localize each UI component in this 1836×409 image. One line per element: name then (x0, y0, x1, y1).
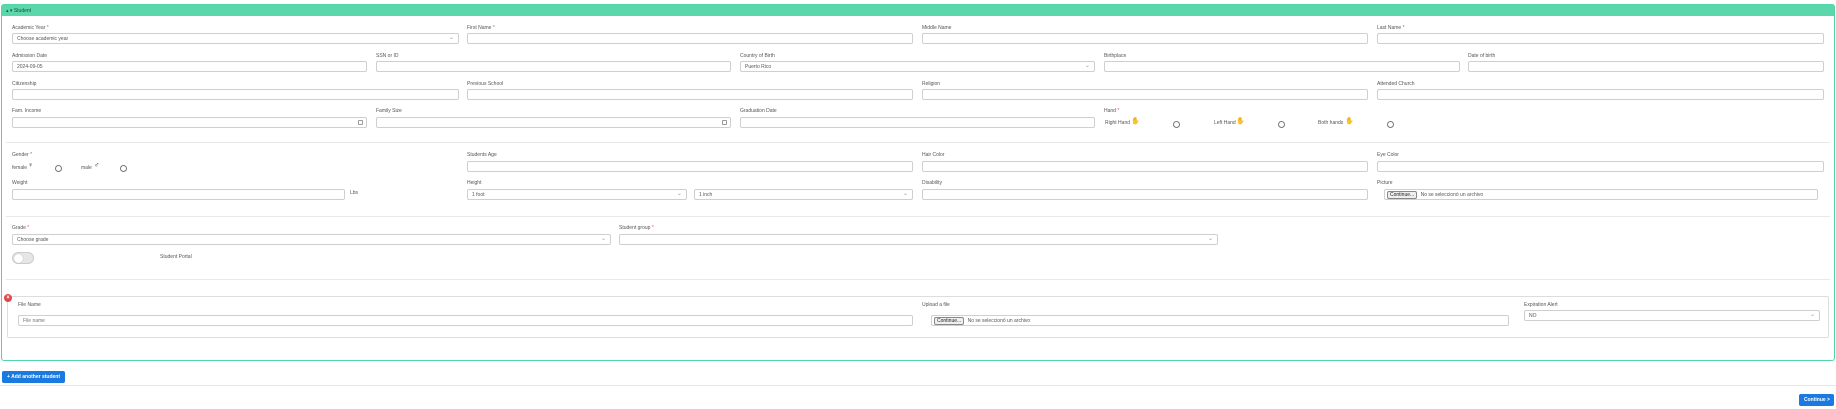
admission-date-label: Admission Date (12, 53, 48, 59)
birthplace-input[interactable] (1104, 61, 1460, 72)
citizenship-input[interactable] (12, 89, 459, 100)
graduation-date-input[interactable] (740, 117, 1095, 128)
date-of-birth-label: Date of birth (1468, 53, 1496, 59)
hand-label: Hand * (1104, 108, 1120, 114)
eye-color-label: Eye Color (1377, 152, 1399, 158)
hand-icon: ✋ (1131, 118, 1140, 125)
height-label: Height (467, 180, 482, 186)
student-group-select[interactable] (619, 234, 1218, 245)
graduation-date-label: Graduation Date (740, 108, 777, 114)
hand-icon: ✋ (1236, 118, 1245, 125)
previous-school-label: Previous School (467, 81, 504, 87)
picture-choose-button[interactable]: Continue... (1387, 191, 1418, 199)
divider (6, 142, 1830, 143)
divider (0, 385, 1836, 386)
ssn-input[interactable] (376, 61, 731, 72)
student-group-label: Student group * (619, 225, 654, 231)
male-label: male (81, 165, 92, 171)
calculator-icon (358, 120, 363, 125)
disability-label: Disability (922, 180, 943, 186)
first-name-label: First Name * (467, 25, 495, 31)
student-portal-toggle[interactable] (12, 252, 34, 264)
right-hand-radio[interactable] (1173, 121, 1180, 128)
collapse-icon: ▴ ▾ (6, 8, 13, 14)
country-of-birth-select[interactable]: Puerto Rico (740, 61, 1095, 72)
height-inches-select[interactable]: 1 inch (694, 189, 913, 200)
toggle-knob (14, 254, 23, 263)
middle-name-input[interactable] (922, 33, 1368, 44)
last-name-label: Last Name * (1377, 25, 1405, 31)
last-name-input[interactable] (1377, 33, 1824, 44)
remove-document-icon[interactable]: × (4, 294, 12, 302)
citizenship-label: Citizenship (12, 81, 37, 87)
disability-input[interactable] (922, 189, 1368, 200)
picture-label: Picture (1377, 180, 1393, 186)
expiration-alert-select[interactable]: NO (1524, 310, 1820, 321)
academic-year-label: Academic Year * (12, 25, 49, 31)
panel-title-text: Student (13, 8, 32, 14)
ssn-label: SSN or ID (376, 53, 399, 59)
student-portal-label: Student Portal (160, 254, 192, 260)
picture-file-input[interactable]: Continue... No se seleccionó un archivo (1384, 189, 1818, 200)
academic-year-select[interactable]: Choose academic year (12, 33, 459, 44)
weight-label: Weight (12, 180, 28, 186)
middle-name-label: Middle Name (922, 25, 952, 31)
gender-label: Gender * (12, 152, 33, 158)
admission-date-input[interactable]: 2024-09-05 (12, 61, 367, 72)
grade-label: Grade * (12, 225, 30, 231)
fam-income-label: Fam. Income (12, 108, 42, 114)
country-of-birth-label: Country of Birth (740, 53, 775, 59)
picture-file-status: No se seleccionó un archivo (1420, 192, 1484, 198)
continue-button[interactable]: Continue > (1799, 394, 1834, 406)
upload-file-status: No se seleccionó un archivo (967, 318, 1031, 324)
weight-input[interactable] (12, 189, 345, 200)
previous-school-input[interactable] (467, 89, 913, 100)
religion-label: Religion (922, 81, 941, 87)
eye-color-input[interactable] (1377, 161, 1824, 172)
attended-church-input[interactable] (1377, 89, 1824, 100)
family-size-input[interactable] (376, 117, 731, 128)
female-radio[interactable] (55, 165, 62, 172)
height-feet-select[interactable]: 1 foot (467, 189, 687, 200)
first-name-input[interactable] (467, 33, 913, 44)
female-label: female (12, 165, 28, 171)
family-size-label: Family Size (376, 108, 402, 114)
fam-income-input[interactable] (12, 117, 367, 128)
expiration-alert-label: Expiration Alert (1524, 302, 1558, 308)
upload-choose-button[interactable]: Continue... (934, 317, 965, 325)
upload-file-input[interactable]: Continue... No se seleccionó un archivo (931, 315, 1509, 326)
right-hand-label: Right Hand (1105, 120, 1131, 126)
file-name-label: File Name (18, 302, 41, 308)
panel-header[interactable] (2, 5, 1834, 16)
add-another-student-button[interactable]: + Add another student (2, 371, 66, 383)
hair-color-input[interactable] (922, 161, 1368, 172)
weight-unit: Lbs (350, 190, 359, 196)
religion-input[interactable] (922, 89, 1368, 100)
attended-church-label: Attended Church (1377, 81, 1415, 87)
divider (6, 279, 1830, 280)
upload-file-label: Upload a file (922, 302, 950, 308)
birthplace-label: Birthplace (1104, 53, 1127, 59)
file-name-input[interactable] (18, 315, 913, 326)
left-hand-radio[interactable] (1278, 121, 1285, 128)
both-hands-radio[interactable] (1387, 121, 1394, 128)
male-person-icon: ♂ (94, 162, 100, 169)
date-of-birth-input[interactable] (1468, 61, 1824, 72)
both-hands-label: Both hands (1318, 120, 1344, 126)
left-hand-label: Left Hand (1214, 120, 1236, 126)
male-radio[interactable] (120, 165, 127, 172)
calculator-icon (722, 120, 727, 125)
grade-select[interactable]: Choose grade (12, 234, 611, 245)
students-age-input[interactable] (467, 161, 913, 172)
panel-title[interactable]: ▴ ▾ Student (6, 8, 31, 14)
hand-icon: ✋ (1345, 118, 1354, 125)
female-person-icon: ♀ (28, 162, 34, 169)
hair-color-label: Hair Color (922, 152, 945, 158)
divider (6, 216, 1830, 217)
students-age-label: Students Age (467, 152, 497, 158)
